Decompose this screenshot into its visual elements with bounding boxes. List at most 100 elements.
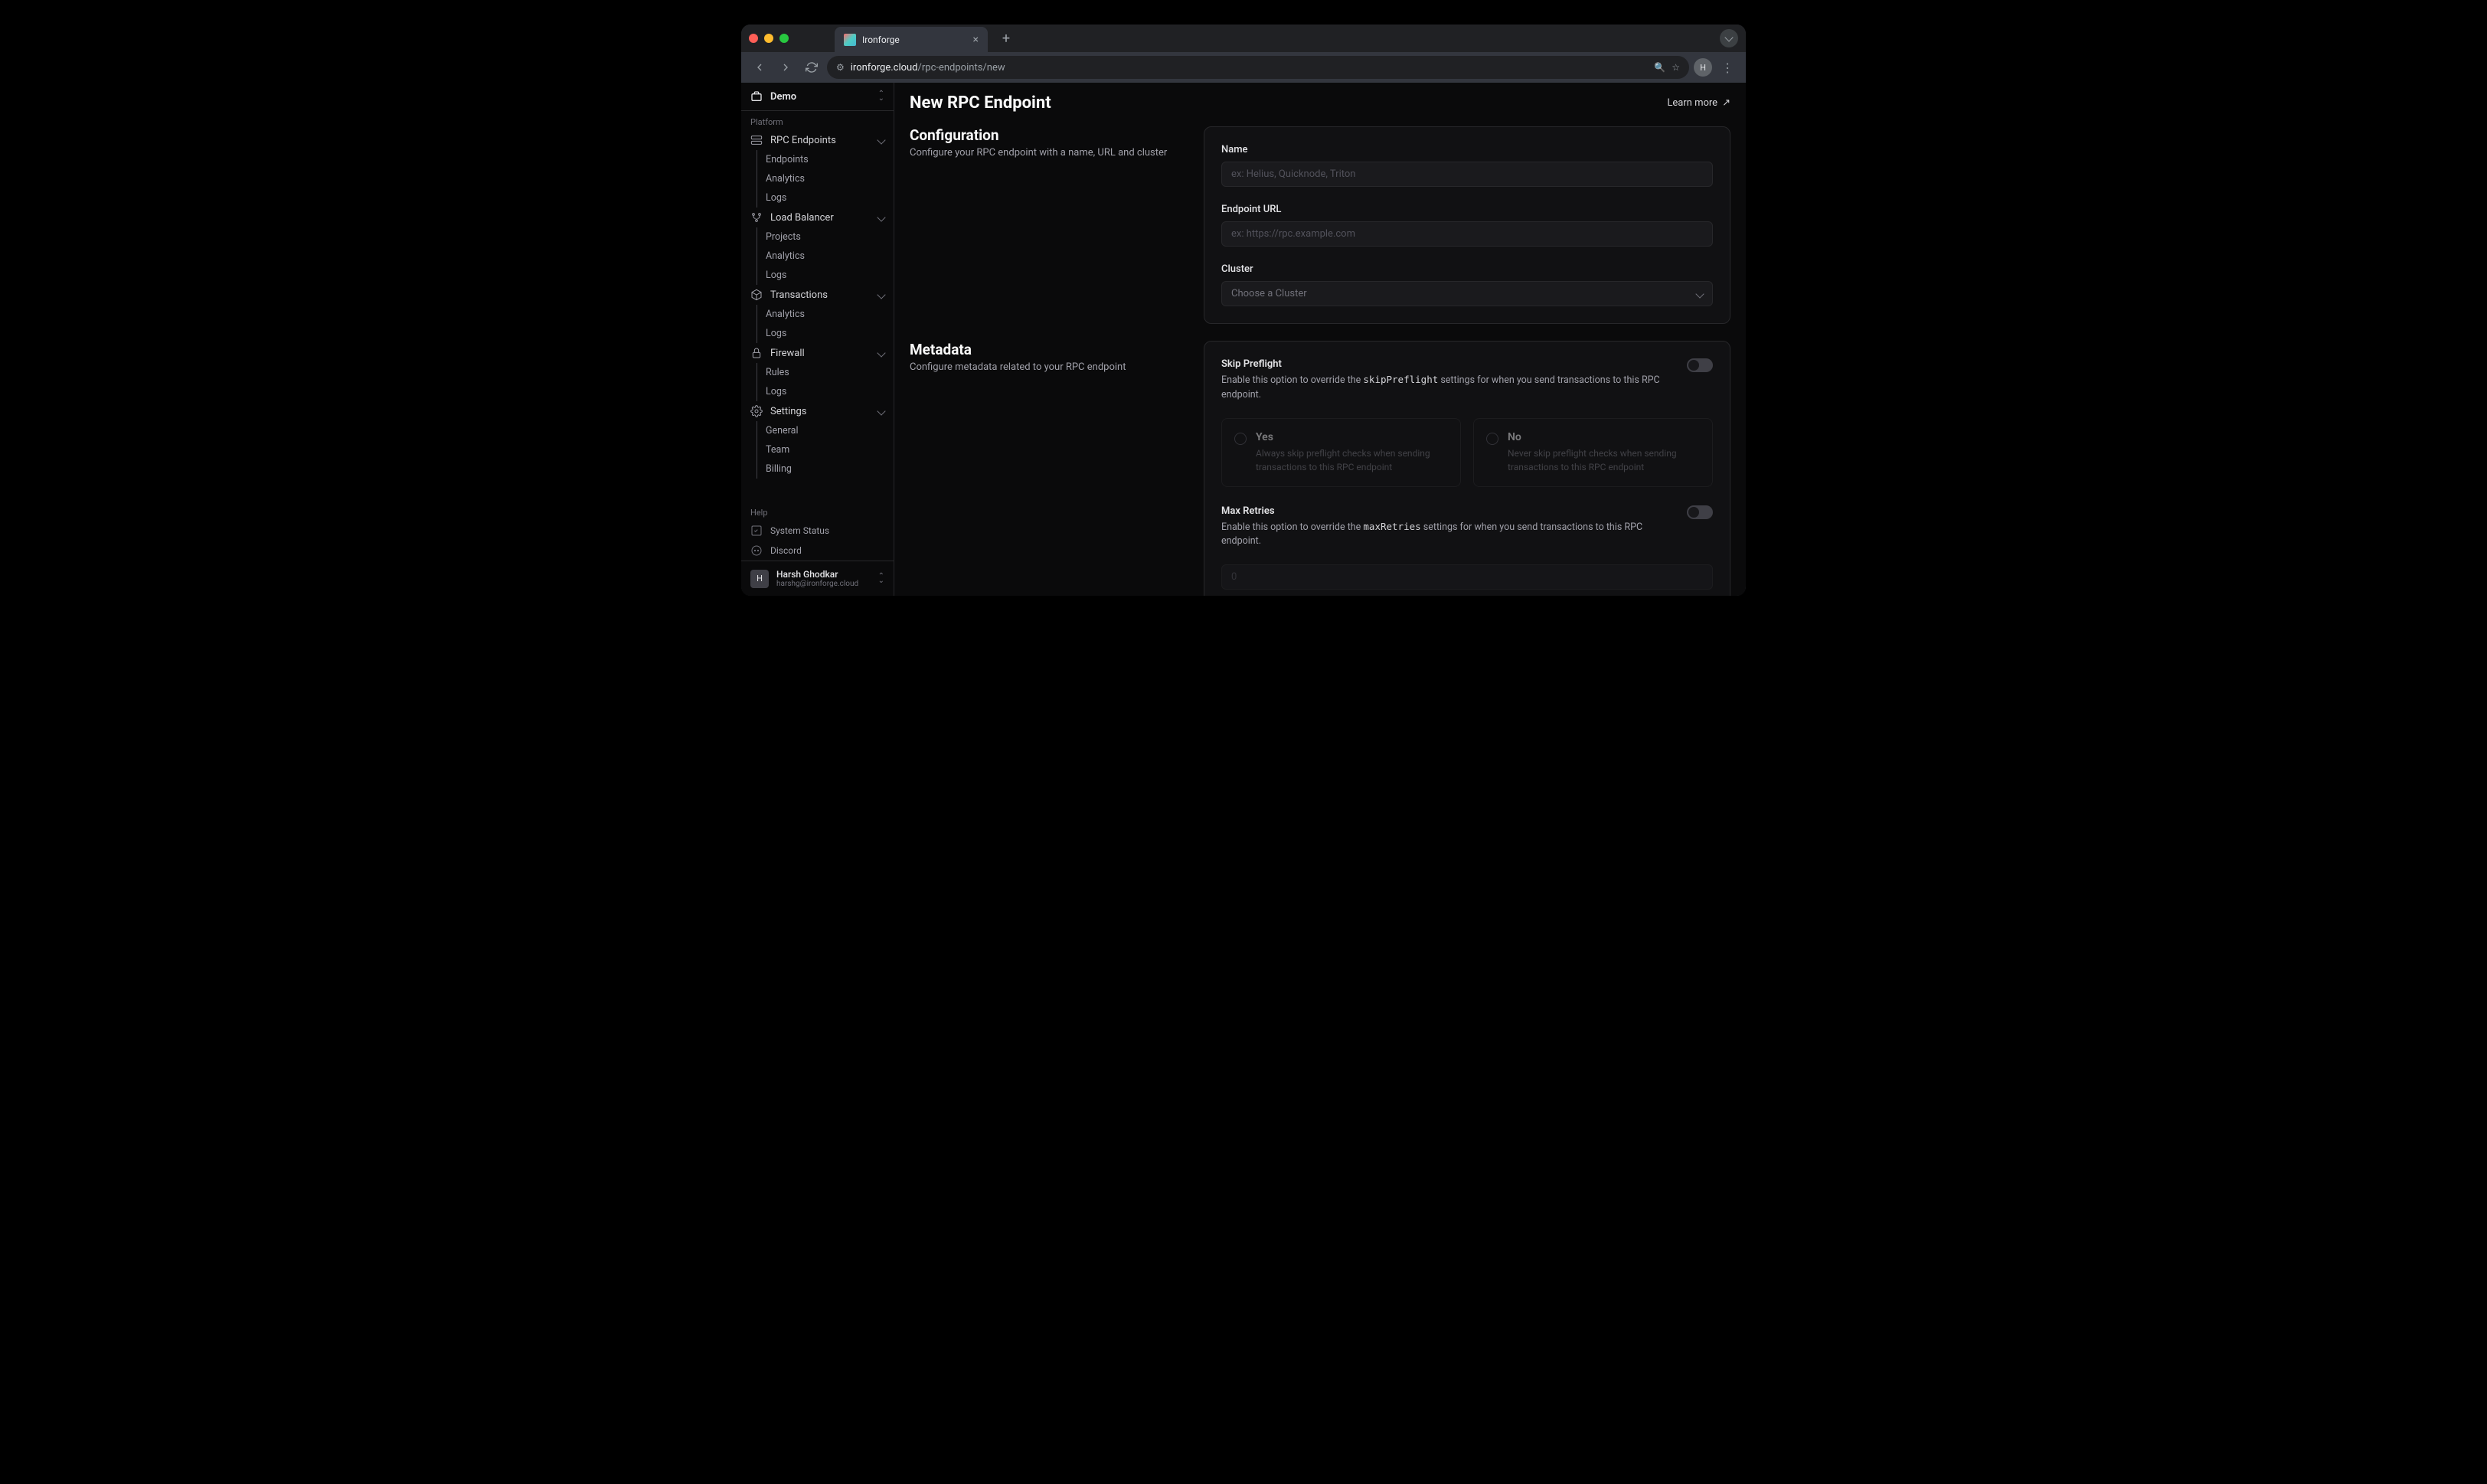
sidebar-item-logs[interactable]: Logs [741,188,894,208]
org-name: Demo [770,91,871,103]
radio-desc: Never skip preflight checks when sending… [1508,446,1700,474]
sidebar-item-label: RPC Endpoints [770,135,836,146]
sidebar: Demo ⌃⌄ Platform RPC Endpoints Endpoints… [741,83,894,596]
sidebar-item-billing[interactable]: Billing [741,459,894,479]
chevron-down-icon [877,136,885,144]
sidebar-item-label: Load Balancer [770,212,834,224]
learn-more-link[interactable]: Learn more ↗ [1667,97,1730,109]
tab-title: Ironforge [862,34,967,45]
sidebar-item-rpc-endpoints[interactable]: RPC Endpoints [741,130,894,150]
cluster-label: Cluster [1221,263,1713,275]
updown-icon: ⌃⌄ [878,92,884,101]
discord-icon [750,544,763,557]
section-title-configuration: Configuration [910,126,1185,144]
chevron-down-icon [1695,289,1704,298]
user-avatar: H [750,570,769,588]
sidebar-item-analytics[interactable]: Analytics [741,305,894,324]
skip-preflight-toggle[interactable] [1687,358,1713,372]
skip-preflight-yes-option[interactable]: Yes Always skip preflight checks when se… [1221,418,1461,487]
window-controls [749,34,789,43]
new-tab-button[interactable]: + [995,28,1017,49]
profile-avatar[interactable]: H [1694,58,1712,77]
sidebar-item-label: Transactions [770,289,828,301]
sidebar-item-logs[interactable]: Logs [741,324,894,343]
tab-overflow-button[interactable] [1720,29,1738,47]
maximize-window-button[interactable] [779,34,789,43]
sidebar-section-label: Platform [741,111,894,130]
tab-favicon [844,34,856,46]
sidebar-item-settings[interactable]: Settings [741,401,894,421]
chevron-down-icon [877,407,885,415]
max-retries-input[interactable] [1221,564,1713,590]
bookmark-icon[interactable]: ☆ [1672,62,1680,73]
gear-icon [750,405,763,417]
sidebar-item-endpoints[interactable]: Endpoints [741,150,894,169]
box-icon [750,289,763,301]
sidebar-item-general[interactable]: General [741,421,894,440]
skip-preflight-no-option[interactable]: No Never skip preflight checks when send… [1473,418,1713,487]
endpoint-url-input[interactable] [1221,221,1713,247]
site-settings-icon[interactable]: ⚙ [836,62,845,73]
sidebar-item-team[interactable]: Team [741,440,894,459]
sidebar-item-label: Firewall [770,348,805,359]
chevron-down-icon [1724,33,1733,41]
sidebar-item-load-balancer[interactable]: Load Balancer [741,208,894,227]
browser-toolbar: ⚙ ironforge.cloud/rpc-endpoints/new 🔍 ☆ … [741,52,1746,83]
sidebar-item-analytics[interactable]: Analytics [741,169,894,188]
sidebar-item-projects[interactable]: Projects [741,227,894,247]
radio-icon [1486,433,1498,445]
minimize-window-button[interactable] [764,34,773,43]
branch-icon [750,211,763,224]
user-email: harshg@ironforge.cloud [776,580,871,588]
activity-icon [750,525,763,537]
page-title: New RPC Endpoint [910,93,1051,113]
org-switcher[interactable]: Demo ⌃⌄ [741,83,894,111]
reload-button[interactable] [801,57,822,78]
skip-preflight-label: Skip Preflight [1221,358,1672,370]
section-title-metadata: Metadata [910,341,1185,358]
radio-title: No [1508,431,1700,443]
close-window-button[interactable] [749,34,758,43]
configuration-card: Name Endpoint URL Cluster Choose a Clust… [1204,126,1730,324]
sidebar-item-analytics[interactable]: Analytics [741,247,894,266]
zoom-icon[interactable]: 🔍 [1654,62,1665,73]
updown-icon: ⌃⌄ [878,574,884,583]
sidebar-item-logs[interactable]: Logs [741,382,894,401]
sidebar-item-logs[interactable]: Logs [741,266,894,285]
chevron-down-icon [877,348,885,357]
sidebar-item-discord[interactable]: Discord [741,541,894,561]
skip-preflight-desc: Enable this option to override the skipP… [1221,373,1672,403]
max-retries-label: Max Retries [1221,505,1672,517]
back-button[interactable] [749,57,770,78]
section-desc-configuration: Configure your RPC endpoint with a name,… [910,147,1185,159]
sidebar-item-transactions[interactable]: Transactions [741,285,894,305]
section-desc-metadata: Configure metadata related to your RPC e… [910,361,1185,373]
url-text: ironforge.cloud/rpc-endpoints/new [851,62,1649,74]
address-bar[interactable]: ⚙ ironforge.cloud/rpc-endpoints/new 🔍 ☆ [827,56,1689,79]
chevron-down-icon [877,290,885,299]
server-icon [750,134,763,146]
cluster-select[interactable]: Choose a Cluster [1221,281,1713,306]
help-section-label: Help [741,502,894,521]
org-icon [750,90,763,103]
endpoint-url-label: Endpoint URL [1221,204,1713,215]
radio-icon [1234,433,1247,445]
browser-tab[interactable]: Ironforge × [835,27,988,53]
close-tab-button[interactable]: × [973,34,979,46]
sidebar-item-system-status[interactable]: System Status [741,521,894,541]
lock-icon [750,347,763,359]
external-link-icon: ↗ [1722,97,1730,109]
name-input[interactable] [1221,162,1713,187]
browser-menu-button[interactable]: ⋮ [1717,57,1738,78]
user-name: Harsh Ghodkar [776,569,871,580]
sidebar-item-firewall[interactable]: Firewall [741,343,894,363]
metadata-card: Skip Preflight Enable this option to ove… [1204,341,1730,596]
forward-button[interactable] [775,57,796,78]
sidebar-item-label: Settings [770,406,806,417]
browser-tabbar: Ironforge × + [741,25,1746,52]
chevron-down-icon [877,213,885,221]
name-label: Name [1221,144,1713,155]
user-menu[interactable]: H Harsh Ghodkar harshg@ironforge.cloud ⌃… [741,561,894,596]
sidebar-item-rules[interactable]: Rules [741,363,894,382]
max-retries-toggle[interactable] [1687,505,1713,519]
